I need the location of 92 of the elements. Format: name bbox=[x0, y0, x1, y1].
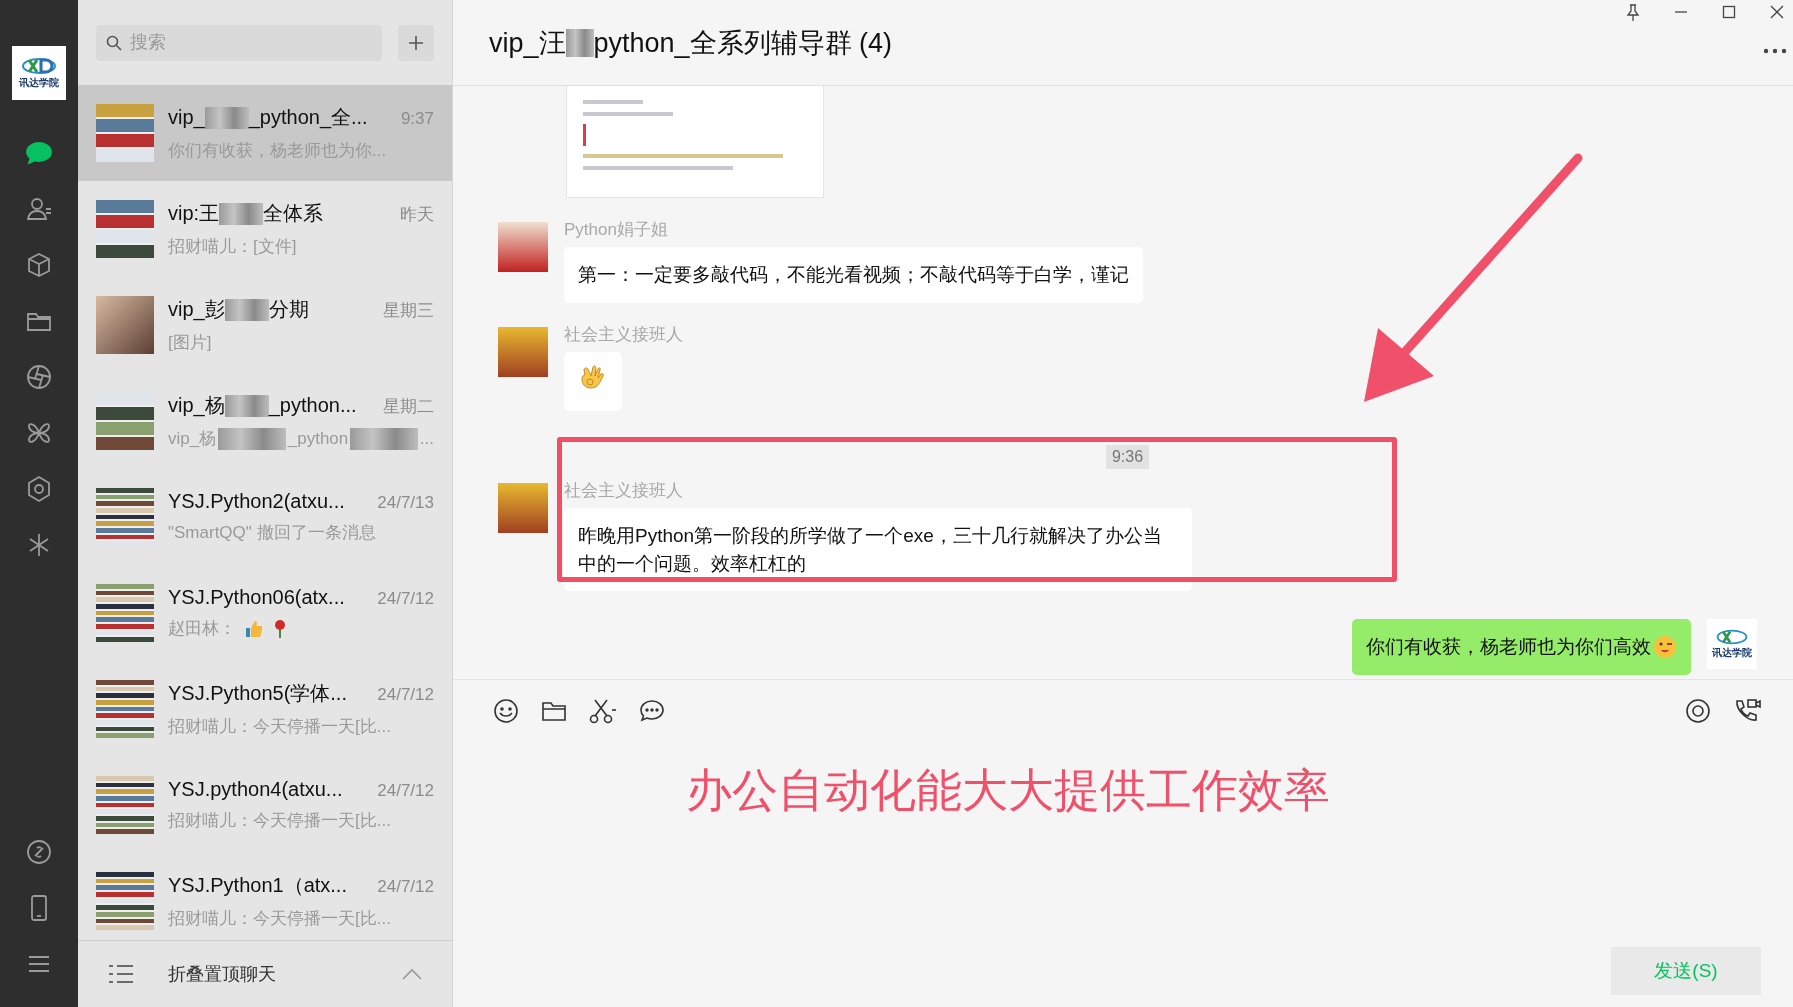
blurred-patch bbox=[350, 427, 418, 450]
chat-name: _python... bbox=[268, 394, 357, 417]
chat-preview: 招财喵儿：[文件] bbox=[168, 236, 297, 258]
chat-time: 24/7/12 bbox=[377, 781, 434, 801]
link-icon[interactable] bbox=[24, 837, 54, 867]
group-avatar bbox=[96, 776, 154, 834]
blurred-patch bbox=[224, 394, 269, 417]
scissors-icon[interactable] bbox=[589, 698, 617, 724]
chat-time: 昨天 bbox=[400, 204, 434, 226]
winking-face-icon bbox=[1653, 634, 1677, 659]
chat-name: vip_彭 bbox=[168, 297, 225, 323]
sender-name: Python娟子姐 bbox=[564, 219, 668, 241]
sender-name: 社会主义接班人 bbox=[564, 323, 683, 346]
more-icon[interactable] bbox=[1763, 48, 1787, 54]
search-icon bbox=[106, 34, 122, 51]
group-avatar bbox=[96, 200, 154, 258]
chat-preview: 招财喵儿：今天停播一天[比... bbox=[168, 810, 391, 832]
message-bubble: 昨晚用Python第一阶段的所学做了一个exe，三十几行就解决了办公当中的一个问题。效率杠杠的 bbox=[564, 508, 1192, 592]
user-avatar[interactable]: 讯达学院 bbox=[1707, 619, 1757, 670]
group-avatar bbox=[96, 680, 154, 738]
chat-list-item[interactable]: vip:王 全体系 昨天 招财喵儿：[文件] bbox=[78, 181, 452, 277]
fold-pinned-chats-bar[interactable]: 折叠置顶聊天 bbox=[78, 940, 452, 1007]
app-logo: 讯达学院 bbox=[12, 46, 66, 100]
chat-name: 全体系 bbox=[263, 201, 324, 226]
aperture-icon[interactable] bbox=[24, 362, 54, 392]
chat-time: 24/7/12 bbox=[377, 877, 434, 897]
sender-name: 社会主义接班人 bbox=[564, 480, 683, 503]
live-icon[interactable] bbox=[1685, 698, 1711, 724]
group-avatar bbox=[96, 104, 154, 162]
chat-preview: ... bbox=[419, 428, 434, 449]
caret-up-icon bbox=[402, 968, 422, 980]
call-icon[interactable] bbox=[1733, 698, 1761, 724]
chat-time: 9:37 bbox=[400, 109, 434, 129]
document-thumbnail[interactable] bbox=[566, 86, 824, 198]
chat-name: vip_杨 bbox=[168, 393, 225, 419]
chat-list-item[interactable]: vip_杨 _python... 星期二 vip_杨 _python ... bbox=[78, 373, 452, 469]
close-icon[interactable] bbox=[1769, 4, 1785, 20]
group-avatar bbox=[96, 392, 154, 450]
thumbs-up-icon bbox=[244, 618, 264, 639]
group-avatar bbox=[96, 872, 154, 930]
chat-preview: 招财喵儿：今天停播一天[比... bbox=[168, 908, 391, 930]
chat-name: YSJ.python4(atxu... bbox=[168, 778, 343, 801]
chat-preview: "SmartQQ" 撤回了一条消息 bbox=[168, 522, 376, 544]
blurred-patch bbox=[565, 28, 594, 57]
pin-icon[interactable] bbox=[1625, 4, 1641, 22]
message-time: 9:36 bbox=[1105, 445, 1150, 470]
chat-preview: _python bbox=[287, 428, 349, 449]
chat-name: YSJ.Python1（atx... bbox=[168, 873, 347, 898]
chat-preview: [图片] bbox=[168, 332, 212, 354]
blurred-patch bbox=[219, 202, 264, 225]
message-bubble: 你们有收获，杨老师也为你们高效 bbox=[1352, 619, 1691, 675]
message-bubble: 第一：一定要多敲代码，不能光看视频；不敲代码等于白学，谨记 bbox=[564, 247, 1143, 303]
emoji-icon[interactable] bbox=[493, 698, 519, 724]
chat-name: YSJ.Python06(atx... bbox=[168, 586, 345, 609]
blurred-patch bbox=[224, 298, 269, 321]
group-avatar bbox=[96, 584, 154, 642]
user-avatar[interactable] bbox=[498, 222, 548, 272]
chat-list-item[interactable]: YSJ.Python5(学体... 24/7/12 招财喵儿：今天停播一天[比... bbox=[78, 661, 452, 757]
blurred-patch bbox=[204, 106, 249, 129]
chat-bubble-icon[interactable] bbox=[639, 698, 665, 724]
chat-preview: 招财喵儿：今天停播一天[比... bbox=[168, 716, 391, 738]
photo-placeholder bbox=[96, 296, 154, 354]
blurred-patch bbox=[218, 427, 286, 450]
chat-name: vip_ bbox=[168, 106, 205, 129]
search-field[interactable]: 搜索 bbox=[96, 24, 382, 61]
chat-name: YSJ.Python2(atxu... bbox=[168, 490, 345, 513]
user-avatar[interactable] bbox=[498, 326, 548, 377]
chat-time: 24/7/12 bbox=[377, 589, 434, 609]
chat-time: 24/7/13 bbox=[377, 493, 434, 513]
chat-name: vip:王 bbox=[168, 201, 220, 226]
chat-list-item[interactable]: YSJ.python4(atxu... 24/7/12 招财喵儿：今天停播一天[比... bbox=[78, 757, 452, 853]
chat-preview: vip_杨 bbox=[168, 428, 217, 450]
chat-preview: 赵田林： bbox=[168, 618, 236, 640]
fold-label: 折叠置顶聊天 bbox=[168, 963, 277, 986]
chat-list-item[interactable]: YSJ.Python2(atxu... 24/7/13 "SmartQQ" 撤回了一条消息 bbox=[78, 469, 452, 565]
user-avatar[interactable] bbox=[498, 483, 548, 534]
chat-name: 分期 bbox=[268, 297, 309, 322]
chat-name: YSJ.Python5(学体... bbox=[168, 681, 347, 706]
plus-icon bbox=[407, 33, 425, 52]
chat-list-item[interactable]: vip_彭 分期 星期三 [图片] bbox=[78, 277, 452, 373]
list-icon bbox=[108, 964, 134, 984]
chat-title: vip_汪 python_全系列辅导群 (4) bbox=[489, 26, 893, 60]
chat-time: 24/7/12 bbox=[377, 685, 434, 705]
add-button[interactable] bbox=[398, 24, 434, 61]
chat-time: 星期二 bbox=[383, 396, 434, 418]
group-avatar bbox=[96, 488, 154, 546]
chat-list-item[interactable]: YSJ.Python06(atx... 24/7/12 赵田林： bbox=[78, 565, 452, 661]
ok-hand-icon bbox=[564, 351, 622, 412]
chat-name: _python_全... bbox=[248, 105, 368, 131]
chat-time: 星期三 bbox=[383, 300, 434, 322]
chat-list-item[interactable]: YSJ.Python1（atx... 24/7/12 招财喵儿：今天停播一天[比... bbox=[78, 853, 452, 940]
maximize-icon[interactable] bbox=[1721, 4, 1737, 20]
